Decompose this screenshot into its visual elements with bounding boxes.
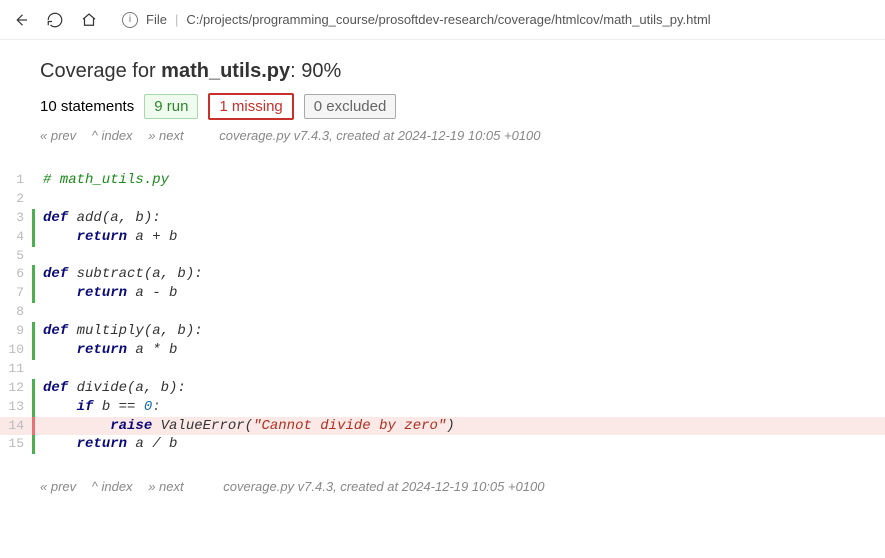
lineno: 1 <box>0 171 32 190</box>
lineno: 8 <box>0 303 32 322</box>
lineno: 9 <box>0 322 32 341</box>
line-6: 6def subtract(a, b): <box>0 265 885 284</box>
lineno: 3 <box>0 209 32 228</box>
generated-info: coverage.py v7.4.3, created at 2024-12-1… <box>219 128 540 143</box>
back-button[interactable] <box>10 9 32 31</box>
lineno: 6 <box>0 265 32 284</box>
source: def multiply(a, b): <box>35 322 885 341</box>
index-link[interactable]: ^ index <box>92 128 133 143</box>
info-icon: i <box>122 12 138 28</box>
lineno: 14 <box>0 417 32 436</box>
line-4: 4 return a + b <box>0 228 885 247</box>
lineno: 2 <box>0 190 32 209</box>
title-prefix: Coverage for <box>40 60 161 82</box>
line-8: 8 <box>0 303 885 322</box>
stat-excluded[interactable]: 0 excluded <box>304 94 397 119</box>
line-1: 1# math_utils.py <box>0 171 885 190</box>
source: return a + b <box>35 228 885 247</box>
source: return a - b <box>35 284 885 303</box>
lineno: 12 <box>0 379 32 398</box>
source: def subtract(a, b): <box>35 265 885 284</box>
source <box>35 303 885 322</box>
home-icon <box>80 11 98 29</box>
line-5: 5 <box>0 247 885 266</box>
generated-info: coverage.py v7.4.3, created at 2024-12-1… <box>223 479 544 494</box>
source: return a / b <box>35 435 885 454</box>
source <box>35 360 885 379</box>
stat-missing[interactable]: 1 missing <box>208 93 293 120</box>
source: if b == 0: <box>35 398 885 417</box>
stat-run[interactable]: 9 run <box>144 94 198 119</box>
prev-link[interactable]: « prev <box>40 128 76 143</box>
source: # math_utils.py <box>35 171 885 190</box>
refresh-icon <box>46 11 64 29</box>
line-15: 15 return a / b <box>0 435 885 454</box>
lineno: 7 <box>0 284 32 303</box>
address-bar[interactable]: i File | C:/projects/programming_course/… <box>112 12 875 28</box>
line-2: 2 <box>0 190 885 209</box>
page-title: Coverage for math_utils.py: 90% <box>40 60 845 83</box>
line-14: 14 raise ValueError("Cannot divide by ze… <box>0 417 885 436</box>
source <box>35 190 885 209</box>
source: raise ValueError("Cannot divide by zero"… <box>35 417 885 436</box>
line-11: 11 <box>0 360 885 379</box>
next-link[interactable]: » next <box>148 128 183 143</box>
line-13: 13 if b == 0: <box>0 398 885 417</box>
next-link[interactable]: » next <box>148 479 183 494</box>
line-12: 12def divide(a, b): <box>0 379 885 398</box>
title-filename: math_utils.py <box>161 60 290 82</box>
lineno: 4 <box>0 228 32 247</box>
code-listing: 1# math_utils.py 2 3def add(a, b): 4 ret… <box>0 171 885 454</box>
lineno: 11 <box>0 360 32 379</box>
source <box>35 247 885 266</box>
url-divider: | <box>175 12 178 27</box>
lineno: 5 <box>0 247 32 266</box>
source: return a * b <box>35 341 885 360</box>
footer-nav: « prev ^ index » next coverage.py v7.4.3… <box>0 454 885 504</box>
line-3: 3def add(a, b): <box>0 209 885 228</box>
url-path: C:/projects/programming_course/prosoftde… <box>186 12 710 27</box>
stats-row: 10 statements 9 run 1 missing 0 excluded <box>40 93 845 120</box>
header-nav: « prev ^ index » next coverage.py v7.4.3… <box>40 128 845 143</box>
source: def add(a, b): <box>35 209 885 228</box>
line-10: 10 return a * b <box>0 341 885 360</box>
lineno: 15 <box>0 435 32 454</box>
source: def divide(a, b): <box>35 379 885 398</box>
page-content: Coverage for math_utils.py: 90% 10 state… <box>0 40 885 153</box>
line-7: 7 return a - b <box>0 284 885 303</box>
browser-toolbar: i File | C:/projects/programming_course/… <box>0 0 885 40</box>
lineno: 13 <box>0 398 32 417</box>
line-9: 9def multiply(a, b): <box>0 322 885 341</box>
refresh-button[interactable] <box>44 9 66 31</box>
home-button[interactable] <box>78 9 100 31</box>
arrow-left-icon <box>12 11 30 29</box>
url-scheme: File <box>146 12 167 27</box>
index-link[interactable]: ^ index <box>92 479 133 494</box>
stat-statements: 10 statements <box>40 98 134 115</box>
prev-link[interactable]: « prev <box>40 479 76 494</box>
title-suffix: : 90% <box>290 60 341 82</box>
lineno: 10 <box>0 341 32 360</box>
